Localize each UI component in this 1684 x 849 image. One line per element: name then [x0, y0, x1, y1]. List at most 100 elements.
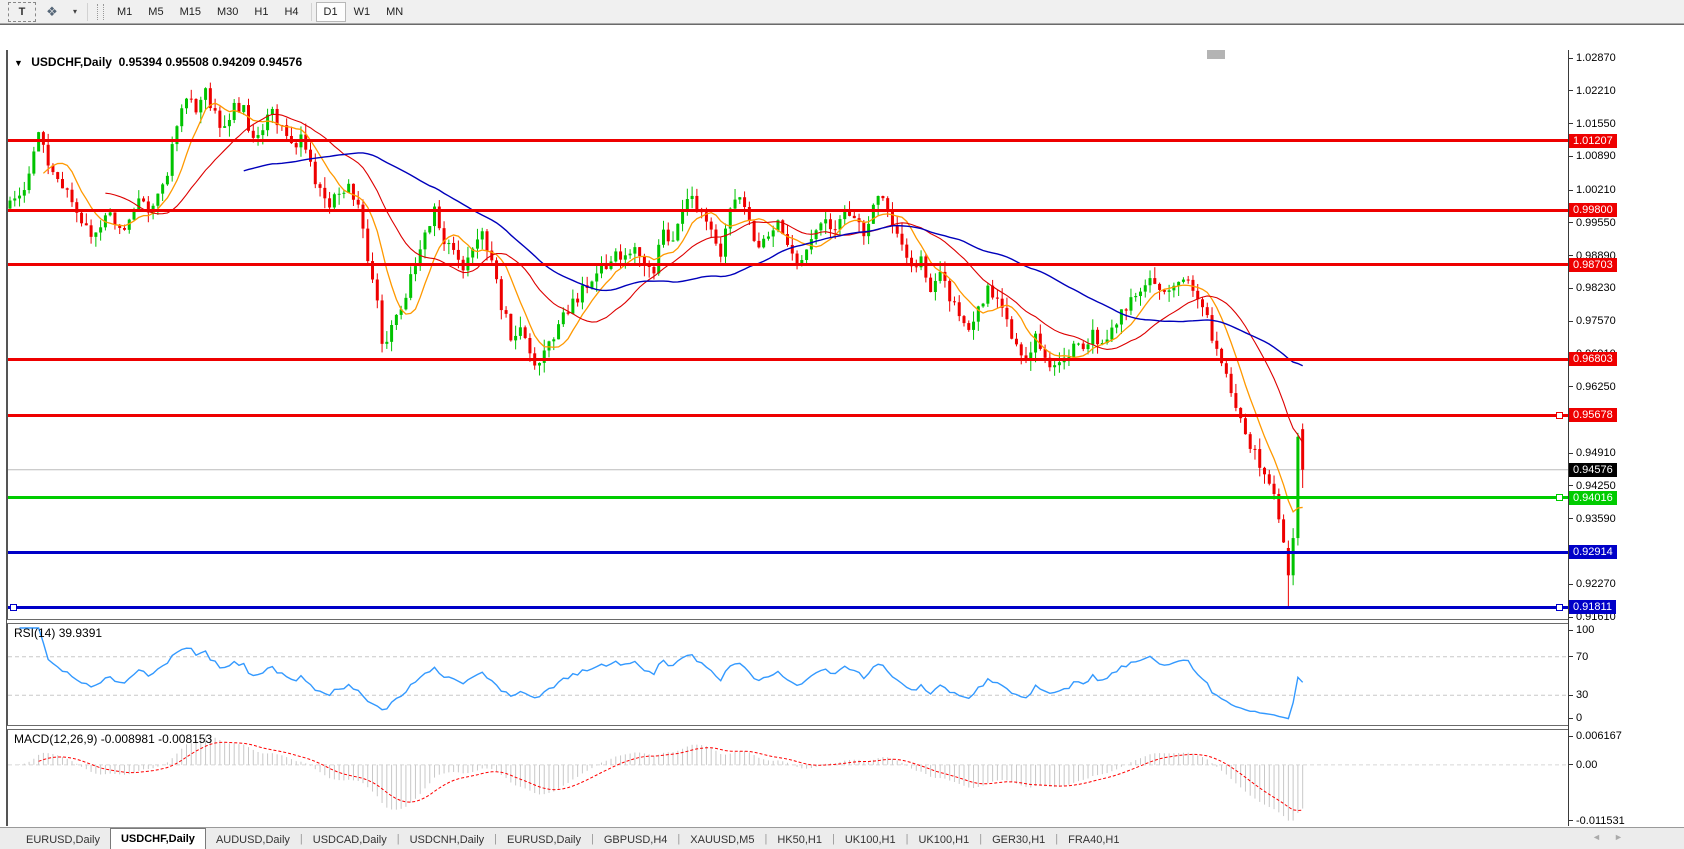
tab-uk100-h1[interactable]: UK100,H1 — [835, 830, 906, 849]
price-tick: 1.00210 — [1569, 184, 1616, 196]
price-tick: 1.02870 — [1569, 52, 1616, 64]
tab-usdchf-daily[interactable]: USDCHF,Daily — [110, 828, 206, 849]
horizontal-level-line[interactable] — [8, 139, 1568, 142]
macd-axis-tick: 0.006167 — [1569, 730, 1622, 742]
price-tick: 0.94910 — [1569, 447, 1616, 459]
price-tick-label: 1.02870 — [1576, 52, 1616, 64]
timeframe-button-m30[interactable]: M30 — [209, 2, 246, 22]
tick-dash — [1569, 222, 1573, 223]
tick-dash — [1569, 90, 1573, 91]
tab-usdcad-daily[interactable]: USDCAD,Daily — [303, 830, 397, 849]
price-level-badge: 0.98703 — [1569, 258, 1617, 272]
timeframe-button-m1[interactable]: M1 — [109, 2, 140, 22]
rsi-axis-tick: 100 — [1569, 624, 1594, 636]
tab-eurusd-daily[interactable]: EURUSD,Daily — [497, 830, 591, 849]
text-label-tool-icon[interactable]: T — [8, 2, 36, 22]
timeframe-button-mn[interactable]: MN — [378, 2, 411, 22]
ma-fast-line — [43, 103, 1302, 512]
rsi-current-value: 39.9391 — [59, 626, 102, 640]
tick-dash — [1569, 321, 1573, 322]
chevron-down-icon[interactable]: ▾ — [68, 2, 82, 22]
price-level-badge: 0.91811 — [1569, 600, 1616, 614]
toolbar-grip[interactable] — [97, 4, 104, 20]
horizontal-level-line[interactable] — [8, 209, 1568, 212]
tick-dash — [1569, 617, 1573, 618]
rsi-tick-label: 0 — [1576, 712, 1582, 724]
rsi-indicator-pane[interactable] — [0, 622, 1568, 725]
macd-axis-tick: -0.011531 — [1569, 815, 1625, 827]
price-tick-label: 0.98230 — [1576, 282, 1616, 294]
price-level-badge: 0.95678 — [1569, 408, 1617, 422]
price-level-badge: 1.01207 — [1569, 134, 1617, 148]
tab-scroll-right-icon[interactable]: ► — [1614, 832, 1623, 842]
line-selection-handle[interactable] — [10, 604, 17, 611]
line-selection-handle[interactable] — [1556, 604, 1563, 611]
price-tick: 0.97570 — [1569, 315, 1616, 327]
tab-audusd-daily[interactable]: AUDUSD,Daily — [206, 830, 300, 849]
toolbar: T ❖ ▾ M1M5M15M30H1H4 D1W1MN — [0, 0, 1684, 24]
tick-dash — [1569, 736, 1573, 737]
rsi-line — [20, 628, 1303, 719]
timeframe-button-m15[interactable]: M15 — [172, 2, 209, 22]
horizontal-level-line[interactable] — [8, 496, 1568, 499]
line-selection-handle[interactable] — [1556, 494, 1563, 501]
collapse-triangle-icon[interactable]: ▼ — [14, 58, 23, 68]
macd-label: MACD(12,26,9) -0.008981 -0.008153 — [14, 732, 212, 746]
chart-title-bar: ▼ USDCHF,Daily 0.95394 0.95508 0.94209 0… — [14, 55, 302, 69]
candles-layer — [9, 83, 1305, 607]
pane-splitter[interactable] — [7, 619, 1568, 624]
tab-xauusd-m5[interactable]: XAUUSD,M5 — [680, 830, 764, 849]
horizontal-level-line[interactable] — [8, 263, 1568, 266]
timeframe-button-h4[interactable]: H4 — [276, 2, 306, 22]
macd-signal-line — [39, 742, 1303, 810]
tab-ger30-h1[interactable]: GER30,H1 — [982, 830, 1055, 849]
current-price-badge: 0.94576 — [1569, 463, 1617, 477]
horizontal-level-line[interactable] — [8, 551, 1568, 554]
tab-gbpusd-h4[interactable]: GBPUSD,H4 — [594, 830, 678, 849]
tick-dash — [1569, 386, 1573, 387]
rsi-axis-tick: 30 — [1569, 689, 1588, 701]
tab-fra40-h1[interactable]: FRA40,H1 — [1058, 830, 1129, 849]
mt4-application-window: T ❖ ▾ M1M5M15M30H1H4 D1W1MN ▼ USDCHF,Dail… — [0, 0, 1684, 849]
tab-hk50-h1[interactable]: HK50,H1 — [767, 830, 832, 849]
macd-tick-label: 0.00 — [1576, 759, 1597, 771]
line-selection-handle[interactable] — [1556, 412, 1563, 419]
price-tick: 0.93590 — [1569, 513, 1616, 525]
price-tick-label: 0.94910 — [1576, 447, 1616, 459]
tab-uk100-h1[interactable]: UK100,H1 — [908, 830, 979, 849]
chart-window: ▼ USDCHF,Daily 0.95394 0.95508 0.94209 0… — [0, 24, 1684, 828]
tick-dash — [1569, 255, 1573, 256]
tile-windows-icon[interactable]: ❖ — [38, 2, 66, 22]
tick-dash — [1569, 820, 1573, 821]
timeframe-button-h1[interactable]: H1 — [246, 2, 276, 22]
price-level-badge: 0.94016 — [1569, 491, 1617, 505]
tab-usdcnh-daily[interactable]: USDCNH,Daily — [400, 830, 495, 849]
toolbar-separator — [311, 3, 312, 21]
rsi-label: RSI(14) 39.9391 — [14, 626, 102, 640]
timeframe-button-m5[interactable]: M5 — [140, 2, 171, 22]
macd-indicator-pane[interactable] — [0, 728, 1568, 826]
tick-dash — [1569, 656, 1573, 657]
timeframe-button-w1[interactable]: W1 — [346, 2, 379, 22]
pane-splitter[interactable] — [7, 725, 1568, 730]
main-price-pane[interactable] — [0, 50, 1568, 619]
tab-scroll-left-icon[interactable]: ◄ — [1592, 832, 1601, 842]
tick-dash — [1569, 695, 1573, 696]
timeframe-button-group: M1M5M15M30H1H4 D1W1MN — [109, 2, 411, 22]
timeframe-button-d1[interactable]: D1 — [316, 2, 346, 22]
price-tick-label: 0.92270 — [1576, 578, 1616, 590]
rsi-tick-label: 100 — [1576, 624, 1594, 636]
macd-tick-label: 0.006167 — [1576, 730, 1622, 742]
macd-tick-label: -0.011531 — [1576, 815, 1625, 827]
tick-dash — [1569, 156, 1573, 157]
price-level-badge: 0.99800 — [1569, 203, 1617, 217]
tick-dash — [1569, 485, 1573, 486]
horizontal-level-line[interactable] — [8, 414, 1568, 417]
price-tick: 0.92270 — [1569, 578, 1616, 590]
macd-histogram — [20, 737, 1303, 821]
price-tick: 0.99550 — [1569, 217, 1616, 229]
tab-eurusd-daily[interactable]: EURUSD,Daily — [16, 830, 110, 849]
chart-scrollbar-thumb[interactable] — [1207, 50, 1225, 59]
horizontal-level-line[interactable] — [8, 358, 1568, 361]
horizontal-level-line[interactable] — [8, 606, 1568, 609]
